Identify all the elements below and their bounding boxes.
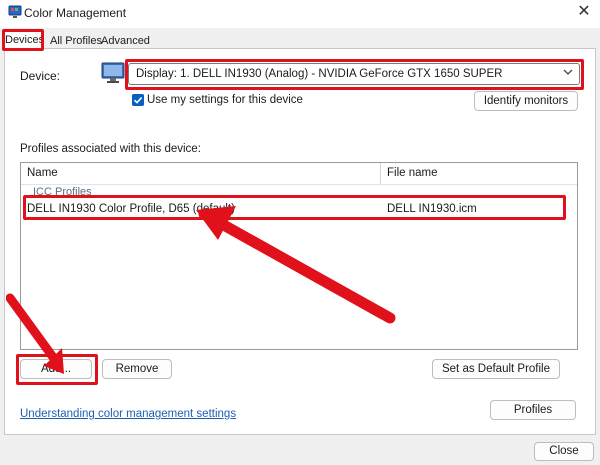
identify-monitors-button[interactable]: Identify monitors (474, 91, 578, 111)
use-my-settings-label[interactable]: Use my settings for this device (147, 94, 303, 106)
close-window-icon[interactable]: ✕ (573, 2, 595, 22)
tab-all-profiles[interactable]: All Profiles (48, 33, 104, 49)
highlight-device-select (125, 59, 584, 90)
close-button[interactable]: Close (534, 442, 594, 461)
profiles-label: Profiles associated with this device: (20, 143, 201, 155)
color-management-icon (8, 5, 22, 18)
header-separator (21, 184, 577, 185)
understanding-color-management-link[interactable]: Understanding color management settings (20, 408, 236, 420)
device-label: Device: (20, 69, 61, 83)
red-arrow-icon (196, 206, 396, 324)
column-divider[interactable] (380, 163, 381, 184)
remove-button[interactable]: Remove (102, 359, 172, 379)
set-default-profile-button[interactable]: Set as Default Profile (432, 359, 560, 379)
red-arrow-icon (6, 293, 64, 374)
monitor-icon (101, 62, 125, 83)
column-header-file[interactable]: File name (387, 167, 438, 179)
profiles-button[interactable]: Profiles (490, 400, 576, 420)
column-header-name[interactable]: Name (27, 167, 58, 179)
window-title: Color Management (24, 6, 127, 20)
highlight-devices-tab (2, 29, 44, 51)
tab-advanced[interactable]: Advanced (99, 33, 152, 49)
use-my-settings-checkbox[interactable] (132, 94, 144, 106)
